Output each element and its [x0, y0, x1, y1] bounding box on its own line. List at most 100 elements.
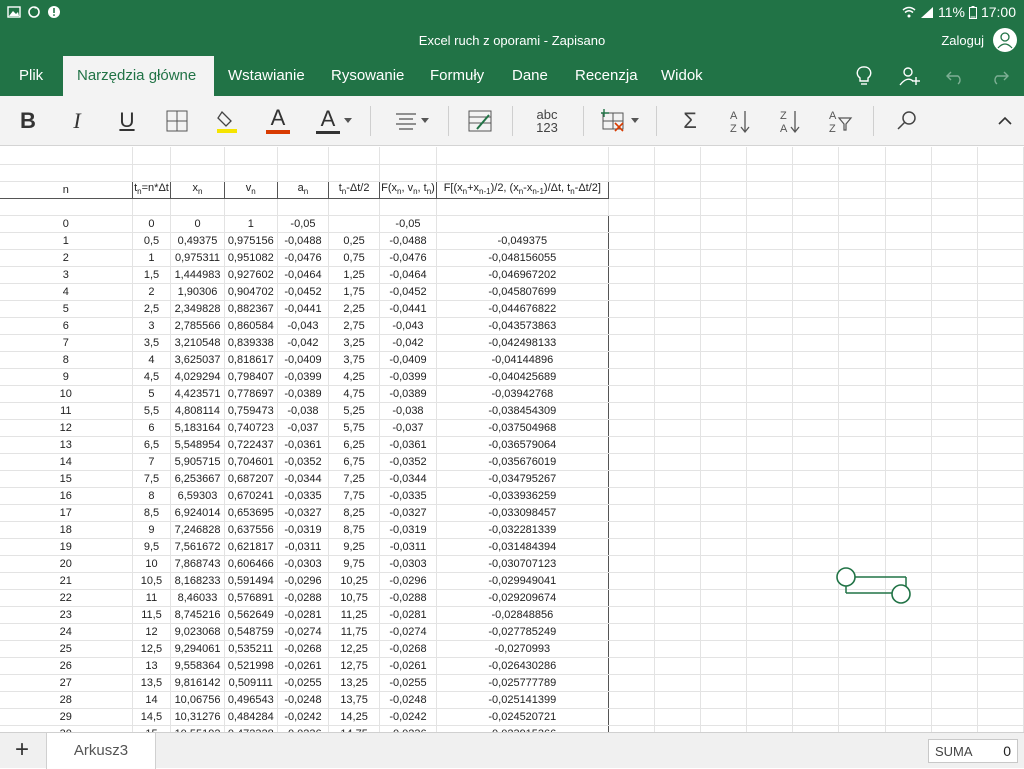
- table-cell[interactable]: -0,0242: [277, 708, 330, 726]
- empty-cell[interactable]: [977, 640, 1024, 658]
- table-cell[interactable]: -0,05: [379, 215, 437, 233]
- empty-cell[interactable]: [977, 419, 1024, 437]
- table-cell[interactable]: 7,25: [328, 470, 381, 488]
- empty-cell[interactable]: [700, 198, 747, 216]
- table-cell[interactable]: -0,025141399: [436, 691, 609, 709]
- table-cell[interactable]: -0,045807699: [436, 283, 609, 301]
- empty-cell[interactable]: [132, 164, 172, 182]
- empty-cell[interactable]: [838, 232, 886, 250]
- table-cell[interactable]: 28: [0, 691, 133, 709]
- table-cell[interactable]: 7,5: [132, 470, 172, 488]
- empty-cell[interactable]: [654, 266, 702, 284]
- empty-cell[interactable]: [608, 317, 655, 335]
- empty-cell[interactable]: [746, 521, 794, 539]
- empty-cell[interactable]: [654, 725, 702, 732]
- empty-cell[interactable]: [608, 725, 655, 732]
- table-cell[interactable]: 4,808114: [170, 402, 225, 420]
- table-cell[interactable]: -0,0335: [379, 487, 437, 505]
- empty-cell[interactable]: [885, 708, 932, 726]
- undo-icon[interactable]: [943, 64, 967, 88]
- empty-cell[interactable]: [792, 266, 840, 284]
- empty-cell[interactable]: [654, 402, 702, 420]
- empty-cell[interactable]: [838, 198, 886, 216]
- table-cell[interactable]: 4,75: [328, 385, 381, 403]
- table-cell[interactable]: -0,0361: [379, 436, 437, 454]
- empty-cell[interactable]: [838, 334, 886, 352]
- table-cell[interactable]: 0,670241: [224, 487, 278, 505]
- table-cell[interactable]: 9: [0, 368, 133, 386]
- table-cell[interactable]: 5,905715: [170, 453, 225, 471]
- empty-cell[interactable]: [838, 181, 886, 199]
- empty-cell[interactable]: [838, 215, 886, 233]
- table-cell[interactable]: -0,038: [277, 402, 330, 420]
- table-cell[interactable]: 2,25: [328, 300, 381, 318]
- table-cell[interactable]: -0,031484394: [436, 538, 609, 556]
- empty-cell[interactable]: [654, 708, 702, 726]
- empty-cell[interactable]: [838, 266, 886, 284]
- selection-handles[interactable]: [836, 565, 916, 611]
- borders-button[interactable]: [160, 104, 194, 138]
- table-cell[interactable]: 10,31276: [170, 708, 225, 726]
- table-cell[interactable]: -0,0255: [379, 674, 437, 692]
- empty-cell[interactable]: [700, 368, 747, 386]
- empty-cell[interactable]: [700, 657, 747, 675]
- empty-cell[interactable]: [792, 232, 840, 250]
- empty-cell[interactable]: [746, 317, 794, 335]
- empty-cell[interactable]: [792, 487, 840, 505]
- empty-cell[interactable]: [608, 674, 655, 692]
- table-cell[interactable]: 2,5: [132, 300, 172, 318]
- empty-cell[interactable]: [885, 402, 932, 420]
- tab-home[interactable]: Narzędzia główne: [63, 56, 214, 96]
- empty-cell[interactable]: [885, 470, 932, 488]
- empty-cell[interactable]: [654, 232, 702, 250]
- table-cell[interactable]: 4,029294: [170, 368, 225, 386]
- table-cell[interactable]: -0,0389: [379, 385, 437, 403]
- empty-cell[interactable]: [746, 691, 794, 709]
- tab-draw[interactable]: Rysowanie: [317, 56, 418, 96]
- empty-cell[interactable]: [700, 487, 747, 505]
- empty-cell[interactable]: [931, 555, 979, 573]
- align-button[interactable]: [390, 104, 434, 138]
- sheet-tab[interactable]: Arkusz3: [46, 733, 156, 769]
- empty-cell[interactable]: [792, 623, 840, 641]
- table-cell[interactable]: 5,183164: [170, 419, 225, 437]
- empty-cell[interactable]: [931, 385, 979, 403]
- empty-cell[interactable]: [132, 198, 172, 216]
- empty-cell[interactable]: [931, 521, 979, 539]
- empty-cell[interactable]: [931, 436, 979, 454]
- empty-cell[interactable]: [792, 368, 840, 386]
- table-cell[interactable]: -0,0352: [277, 453, 330, 471]
- table-cell[interactable]: -0,040425689: [436, 368, 609, 386]
- tab-data[interactable]: Dane: [498, 56, 562, 96]
- tab-insert[interactable]: Wstawianie: [214, 56, 319, 96]
- wrap-text-button[interactable]: [463, 104, 497, 138]
- table-cell[interactable]: 1,5: [132, 266, 172, 284]
- empty-cell[interactable]: [700, 606, 747, 624]
- empty-cell[interactable]: [977, 164, 1024, 182]
- empty-cell[interactable]: [792, 283, 840, 301]
- empty-cell[interactable]: [608, 164, 655, 182]
- table-cell[interactable]: 14,5: [132, 708, 172, 726]
- table-cell[interactable]: 12: [132, 623, 172, 641]
- table-cell[interactable]: -0,0389: [277, 385, 330, 403]
- table-cell[interactable]: -0,044676822: [436, 300, 609, 318]
- empty-cell[interactable]: [746, 657, 794, 675]
- table-cell[interactable]: -0,0255: [277, 674, 330, 692]
- empty-cell[interactable]: [885, 317, 932, 335]
- table-cell[interactable]: -0,0261: [277, 657, 330, 675]
- table-cell[interactable]: 7: [132, 453, 172, 471]
- empty-cell[interactable]: [700, 181, 747, 199]
- empty-cell[interactable]: [931, 402, 979, 420]
- empty-cell[interactable]: [885, 249, 932, 267]
- table-cell[interactable]: -0,048156055: [436, 249, 609, 267]
- empty-cell[interactable]: [654, 538, 702, 556]
- empty-cell[interactable]: [608, 181, 655, 199]
- table-cell[interactable]: 7: [0, 334, 133, 352]
- table-cell[interactable]: 10,55192: [170, 725, 225, 732]
- table-cell[interactable]: 10: [0, 385, 133, 403]
- empty-cell[interactable]: [792, 674, 840, 692]
- table-cell[interactable]: 0,759473: [224, 402, 278, 420]
- empty-cell[interactable]: [792, 436, 840, 454]
- empty-cell[interactable]: [700, 538, 747, 556]
- empty-cell[interactable]: [746, 232, 794, 250]
